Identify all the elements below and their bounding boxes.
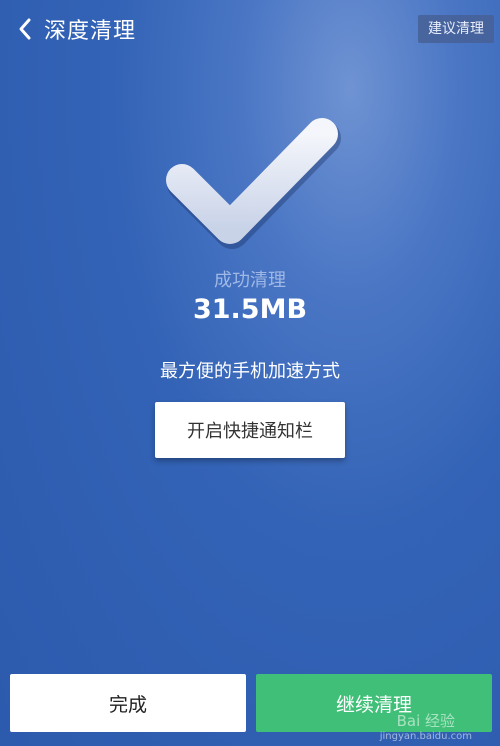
success-label: 成功清理 (214, 270, 286, 291)
chevron-left-icon (18, 17, 32, 41)
suggest-clean-button[interactable]: 建议清理 (418, 15, 494, 43)
tagline: 最方便的手机加速方式 (160, 361, 340, 382)
continue-clean-button[interactable]: 继续清理 (256, 674, 492, 732)
checkmark-icon (140, 110, 360, 260)
bottom-action-bar: 完成 继续清理 (0, 660, 500, 746)
cleaned-size: 31.5MB (192, 294, 308, 325)
done-button[interactable]: 完成 (10, 674, 246, 732)
top-bar: 深度清理 建议清理 (0, 0, 500, 58)
page-title: 深度清理 (44, 19, 137, 44)
enable-notification-bar-button[interactable]: 开启快捷通知栏 (155, 402, 345, 458)
back-button[interactable]: 深度清理 (18, 13, 136, 45)
